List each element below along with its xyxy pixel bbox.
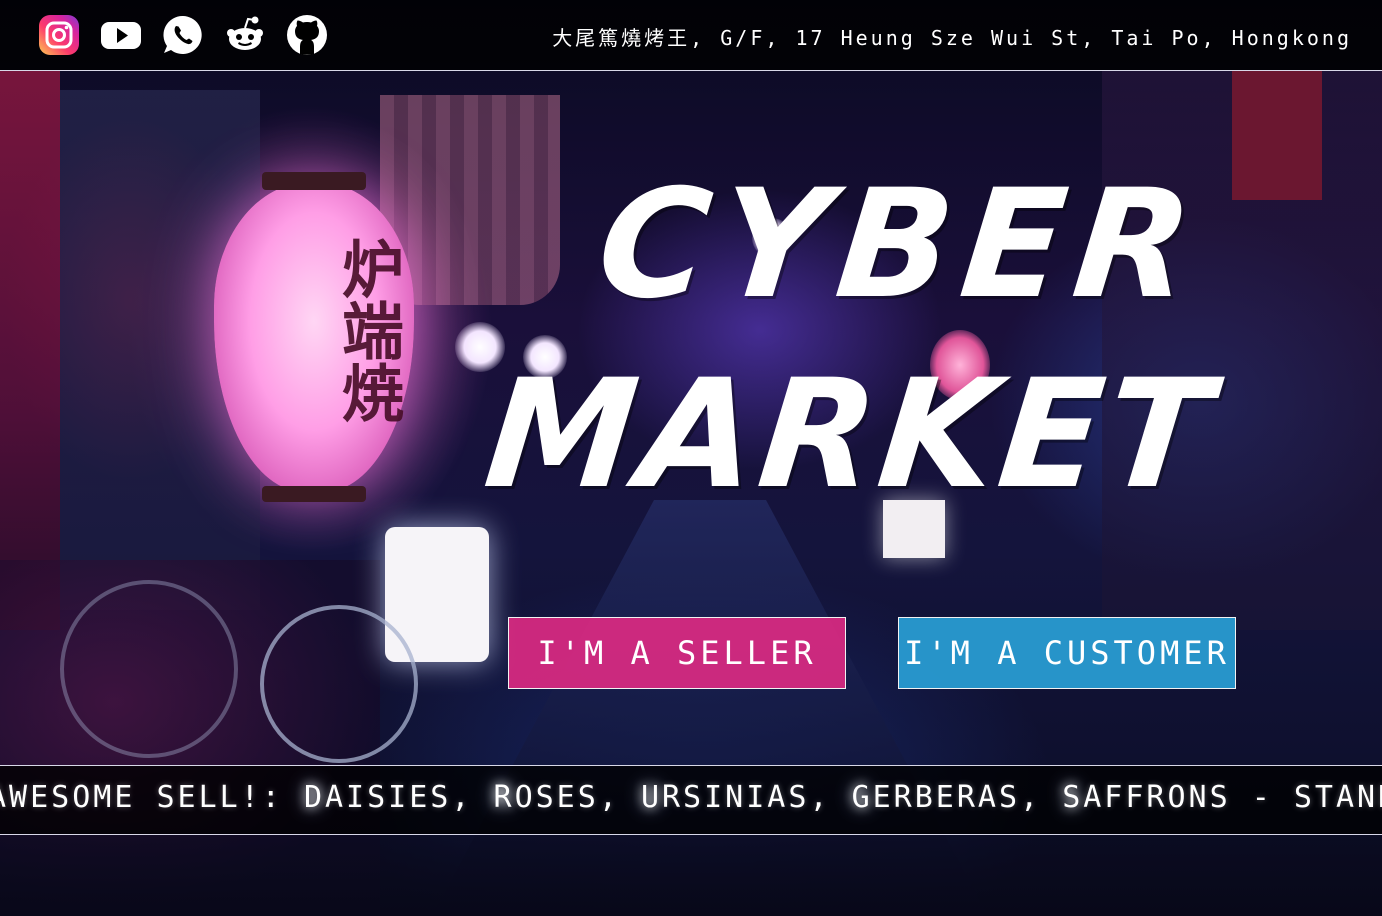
lantern-cap: [262, 172, 366, 190]
ticker-separator: ,: [809, 780, 852, 815]
youtube-icon[interactable]: [100, 14, 142, 56]
store-address: 大尾篤燒烤王, G/F, 17 Heung Sze Wui St, Tai Po…: [552, 26, 1352, 50]
ticker-item-initial: D: [303, 780, 325, 815]
ticker-separator: ,: [598, 780, 641, 815]
social-links: [38, 14, 328, 56]
title-line-1: CYBER: [590, 158, 1210, 332]
background-shade: [0, 830, 1382, 916]
customer-button[interactable]: I'M A CUSTOMER: [898, 617, 1236, 689]
bicycle-wheel: [60, 580, 238, 758]
ticker-prefix: AWESOME SELL!:: [0, 780, 304, 815]
ticker-item-initial: U: [640, 780, 662, 815]
ticker-item-rest: OSES: [514, 780, 599, 815]
ticker-item-initial: R: [493, 780, 515, 815]
instagram-icon[interactable]: [38, 14, 80, 56]
hero-background: 炉端焼 大尾篤燒烤王, G/F, 17 Heung Sze Wui St, Ta…: [0, 0, 1382, 916]
ticker-item-rest: ERBERAS: [872, 780, 1021, 815]
ticker-item-rest: AISIES: [325, 780, 452, 815]
ticker-item-initial: G: [851, 780, 873, 815]
ticker-item-rest: AFFRONS: [1083, 780, 1231, 815]
background-wall: [0, 70, 60, 630]
bicycle-wheel: [260, 605, 418, 763]
ticker-item-initial: S: [1062, 780, 1084, 815]
github-icon[interactable]: [286, 14, 328, 56]
ticker-separator: ,: [451, 780, 494, 815]
lantern-text: 炉端焼: [331, 237, 404, 423]
top-bar: 大尾篤燒烤王, G/F, 17 Heung Sze Wui St, Tai Po…: [0, 0, 1382, 71]
ticker-text: AWESOME SELL!: DAISIES, ROSES, URSINIAS,…: [0, 780, 1382, 815]
ticker-suffix: - STAND NO.697 ...: [1251, 780, 1382, 815]
reddit-icon[interactable]: [224, 14, 266, 56]
ticker-item-rest: RSINIAS: [662, 780, 810, 815]
ticker-separator: ,: [1020, 780, 1063, 815]
sale-ticker: AWESOME SELL!: DAISIES, ROSES, URSINIAS,…: [0, 765, 1382, 835]
page-title: CYBER MARKET: [430, 150, 1310, 530]
title-line-2: MARKET: [477, 348, 1223, 522]
whatsapp-icon[interactable]: [162, 14, 204, 56]
lantern-cap: [262, 486, 366, 502]
seller-button[interactable]: I'M A SELLER: [508, 617, 846, 689]
